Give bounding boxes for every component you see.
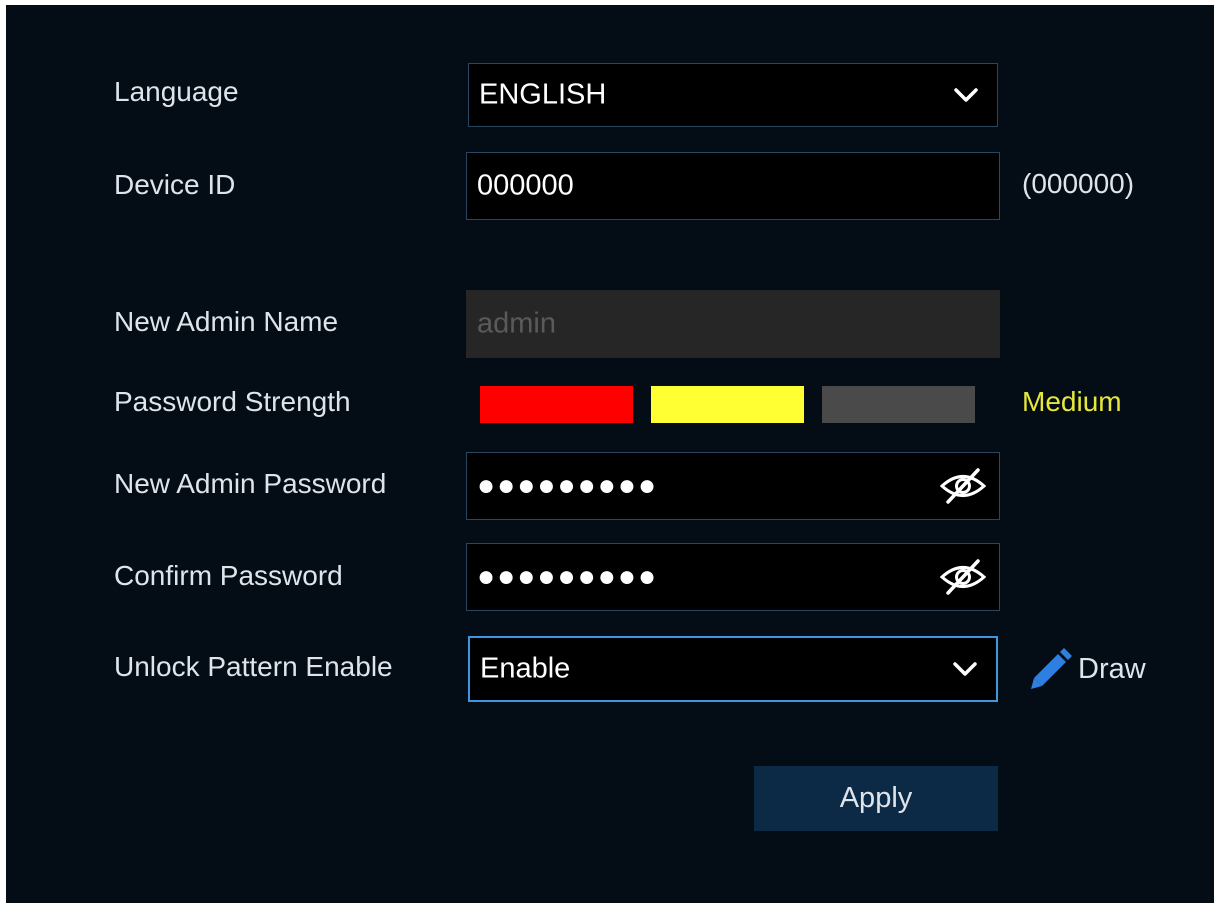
chevron-down-icon (954, 88, 978, 102)
strength-bar-strong (822, 386, 975, 423)
eye-slash-icon[interactable] (939, 557, 987, 597)
chevron-down-icon (953, 662, 977, 676)
draw-pattern-button[interactable]: Draw (1028, 647, 1146, 691)
device-id-label: Device ID (114, 169, 236, 200)
language-select[interactable]: ENGLISH (468, 63, 998, 127)
admin-password-input[interactable]: ●●●●●●●●● (466, 452, 1000, 520)
admin-password-label: New Admin Password (114, 468, 387, 499)
admin-password-value: ●●●●●●●●● (477, 469, 659, 502)
device-id-hint: (000000) (1022, 168, 1135, 199)
language-value: ENGLISH (479, 78, 607, 111)
unlock-pattern-value: Enable (480, 652, 571, 685)
pencil-icon (1031, 648, 1072, 689)
unlock-pattern-select[interactable]: Enable (468, 636, 998, 702)
admin-name-placeholder: admin (477, 307, 556, 340)
password-strength-label: Password Strength (114, 386, 351, 417)
eye-slash-icon[interactable] (939, 466, 987, 506)
admin-name-label: New Admin Name (114, 306, 339, 337)
unlock-pattern-label: Unlock Pattern Enable (114, 651, 393, 682)
admin-name-input: admin (466, 290, 1000, 358)
language-label: Language (114, 76, 239, 107)
confirm-password-input[interactable]: ●●●●●●●●● (466, 543, 1000, 611)
settings-panel: Language ENGLISH Device ID 000000 (00000… (6, 5, 1214, 903)
confirm-password-value: ●●●●●●●●● (477, 560, 659, 593)
strength-bar-weak (480, 386, 633, 423)
strength-bar-medium (651, 386, 804, 423)
device-id-value: 000000 (477, 169, 574, 202)
strength-level-text: Medium (1022, 386, 1122, 417)
confirm-password-label: Confirm Password (114, 560, 343, 591)
draw-label: Draw (1078, 652, 1146, 685)
device-id-input[interactable]: 000000 (466, 152, 1000, 220)
apply-button[interactable]: Apply (754, 766, 998, 831)
